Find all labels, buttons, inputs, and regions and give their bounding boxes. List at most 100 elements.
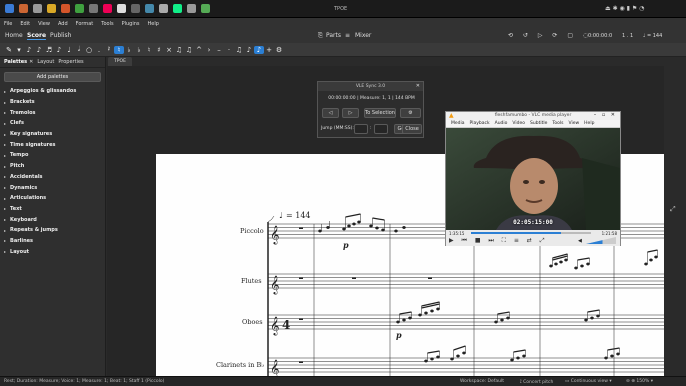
natural-icon[interactable]: ♮	[114, 45, 124, 54]
vlc-menu-video[interactable]: Video	[512, 121, 525, 126]
tenuto-icon[interactable]: –	[214, 46, 224, 54]
menu-format[interactable]: Format	[76, 21, 94, 27]
menu-view[interactable]: View	[38, 21, 50, 27]
menu-tools[interactable]: Tools	[101, 21, 113, 27]
document-tab[interactable]: TPOE	[108, 57, 132, 66]
flat-icon[interactable]: ♭	[124, 46, 134, 54]
prev-button[interactable]: ◁	[322, 108, 339, 118]
settings-gear-icon[interactable]: ⚙	[274, 46, 284, 54]
add-icon[interactable]: +	[264, 46, 274, 54]
app-icon[interactable]	[201, 4, 210, 13]
video-frame[interactable]: 02:05:15:00	[446, 128, 620, 230]
app-icon[interactable]	[145, 4, 154, 13]
vlc-buttons[interactable]: ▶ ⏮ ■ ⏭ ⛶ ≡ ⇄ ⤢	[449, 237, 548, 245]
workspace-selector[interactable]: Workspace: Default	[460, 379, 504, 384]
close-button[interactable]: Close	[402, 124, 422, 134]
add-palettes-button[interactable]: Add palettes	[4, 72, 101, 82]
staccato-icon[interactable]: ·	[224, 46, 234, 54]
slur-icon[interactable]: ♫	[184, 46, 194, 54]
playback-controls[interactable]: ⟲ ↺ ▷ ⟳ ▢ ◌	[508, 32, 592, 39]
palette-item[interactable]: ▸ Accidentals	[0, 172, 105, 183]
vlc-menu-media[interactable]: Media	[451, 121, 465, 126]
augmentation-dot-icon[interactable]: .	[94, 46, 104, 54]
palette-item[interactable]: ▸ Repeats & jumps	[0, 225, 105, 236]
tab-properties[interactable]: Properties	[58, 59, 83, 65]
rest-icon[interactable]: 𝄽	[104, 45, 114, 54]
palette-item[interactable]: ▸ Key signatures	[0, 129, 105, 140]
vlc-menu-help[interactable]: Help	[584, 121, 594, 126]
view-mode-select[interactable]: ▭ Continuous view ▾	[565, 379, 612, 384]
settings-gear-icon[interactable]: ⚙	[400, 108, 421, 118]
app-icon[interactable]	[187, 4, 196, 13]
palette-item[interactable]: ▸ Time signatures	[0, 139, 105, 150]
palette-item[interactable]: ▸ Clefs	[0, 118, 105, 129]
app-icon[interactable]	[117, 4, 126, 13]
next-button[interactable]: ▷	[342, 108, 359, 118]
menu-file[interactable]: File	[4, 21, 12, 27]
menu-add[interactable]: Add	[58, 21, 68, 27]
note-16th-icon[interactable]: ♬	[44, 46, 54, 54]
marcato-icon[interactable]: ^	[194, 46, 204, 54]
menu-edit[interactable]: Edit	[20, 21, 30, 27]
mixer-button[interactable]: Mixer	[355, 32, 371, 39]
vlc-menu-audio[interactable]: Audio	[495, 121, 508, 126]
palette-item[interactable]: ▸ Tempo	[0, 150, 105, 161]
note-quarter-icon[interactable]: ♩	[64, 46, 74, 54]
menu-plugins[interactable]: Plugins	[122, 21, 140, 27]
palette-item[interactable]: ▸ Brackets	[0, 97, 105, 108]
tab-palettes[interactable]: Palettes	[4, 59, 27, 65]
tab-publish[interactable]: Publish	[50, 32, 71, 39]
expand-icon[interactable]: ⤢	[670, 205, 676, 214]
parts-button[interactable]: Parts	[326, 32, 341, 39]
note-whole-icon[interactable]: ○	[84, 46, 94, 54]
app-icon[interactable]	[33, 4, 42, 13]
app-icon[interactable]	[75, 4, 84, 13]
palette-item[interactable]: ▸ Dynamics	[0, 182, 105, 193]
palette-item[interactable]: ▸ Pitch	[0, 161, 105, 172]
tie-icon[interactable]: ♫	[174, 46, 184, 54]
app-icon[interactable]	[173, 4, 182, 13]
note-input-pen-icon[interactable]: ✎	[4, 46, 14, 54]
app-icon[interactable]	[103, 4, 112, 13]
vlc-menu-tools[interactable]: Tools	[552, 121, 563, 126]
to-selection-button[interactable]: To Selection	[364, 108, 396, 118]
natural-accidental-icon[interactable]: ♮	[144, 46, 154, 54]
double-flat-icon[interactable]: ♭	[134, 46, 144, 54]
tab-layout[interactable]: Layout	[37, 59, 54, 65]
app-icon[interactable]	[61, 4, 70, 13]
tab-score[interactable]: Score	[27, 32, 47, 40]
volume-icon[interactable]: ◀	[578, 238, 582, 244]
note-eighth-icon[interactable]: ♪	[54, 46, 64, 54]
zoom-controls[interactable]: ⊖ ⊕ 150% ▾	[626, 379, 653, 384]
jump-minutes-input[interactable]	[354, 124, 368, 134]
app-icon[interactable]	[19, 4, 28, 13]
concert-pitch-toggle[interactable]: ⟟ Concert pitch	[520, 379, 553, 385]
vlc-menu-subtitle[interactable]: Subtitle	[530, 121, 547, 126]
palette-item[interactable]: ▸ Layout	[0, 246, 105, 257]
app-icon[interactable]	[131, 4, 140, 13]
note-32nd-icon[interactable]: ♪	[34, 46, 44, 54]
launcher-icon[interactable]	[5, 4, 14, 13]
double-sharp-icon[interactable]: ×	[164, 46, 174, 54]
app-icon[interactable]	[89, 4, 98, 13]
menu-help[interactable]: Help	[148, 21, 159, 27]
palette-item[interactable]: ▸ Tremolos	[0, 107, 105, 118]
tuplet-icon[interactable]: ♫	[234, 46, 244, 54]
seek-bar[interactable]	[471, 232, 591, 234]
canvas-scroll-area[interactable]: ⤢	[664, 57, 686, 376]
close-icon[interactable]: ✕	[29, 59, 33, 65]
palette-item[interactable]: ▸ Text	[0, 204, 105, 215]
note-half-icon[interactable]: 𝅗𝅥	[74, 45, 84, 54]
palette-item[interactable]: ▸ Arpeggios & glissandos	[0, 86, 105, 97]
jump-seconds-input[interactable]	[374, 124, 388, 134]
palette-item[interactable]: ▸ Barlines	[0, 236, 105, 247]
palette-item[interactable]: ▸ Articulations	[0, 193, 105, 204]
flip-icon[interactable]: ♪	[244, 46, 254, 54]
voice-icon[interactable]: ♪	[254, 45, 264, 54]
vlc-menu-playback[interactable]: Playback	[470, 121, 490, 126]
palette-item[interactable]: ▸ Keyboard	[0, 214, 105, 225]
window-controls[interactable]: – ▫ ✕	[594, 112, 617, 118]
note-64th-icon[interactable]: ♪	[24, 46, 34, 54]
sharp-icon[interactable]: ♯	[154, 46, 164, 54]
app-icon[interactable]	[159, 4, 168, 13]
